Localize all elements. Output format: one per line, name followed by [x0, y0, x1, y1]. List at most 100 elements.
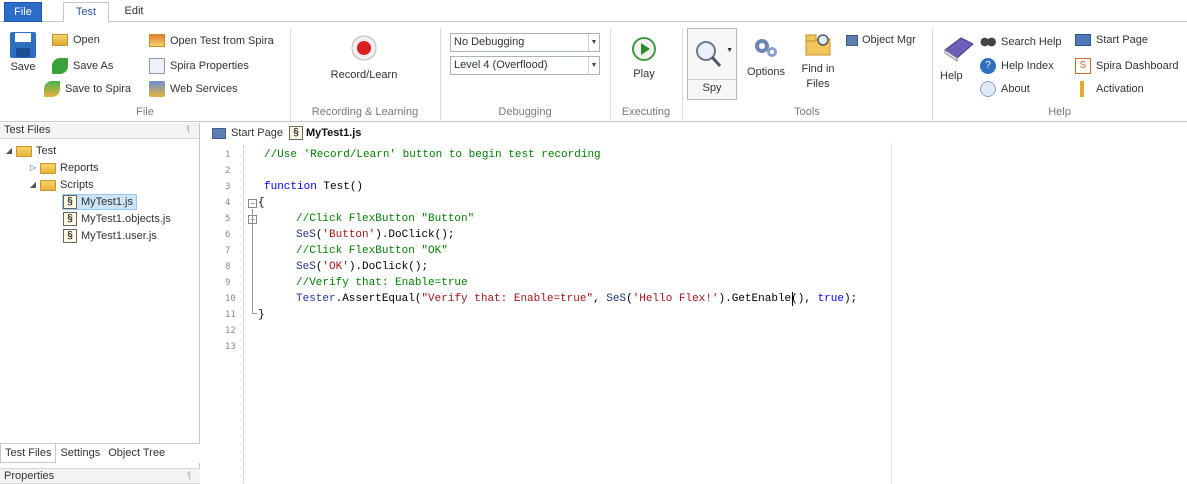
spira-dashboard-icon: S: [1075, 58, 1091, 74]
tree-item-label: Scripts: [60, 179, 94, 191]
web-services-button[interactable]: Web Services: [149, 81, 238, 97]
tab-edit[interactable]: Edit: [115, 2, 153, 22]
collapse-arrow-icon[interactable]: ◢: [28, 177, 38, 193]
test-files-title: Test Files: [4, 124, 51, 136]
options-button[interactable]: Options: [744, 36, 788, 79]
save-to-spira-button[interactable]: Save to Spira: [44, 81, 131, 97]
start-page-button[interactable]: Start Page: [1075, 34, 1148, 46]
code-token: SeS: [296, 261, 316, 273]
function-name: Test(): [316, 181, 364, 193]
about-button[interactable]: About: [980, 81, 1030, 97]
tree-item-label: MyTest1.js: [81, 196, 133, 208]
line-number: 2: [225, 166, 231, 176]
fold-collapse-icon[interactable]: −: [248, 199, 257, 208]
pin-icon[interactable]: ᛩ: [186, 469, 192, 484]
code-token: );: [843, 293, 858, 305]
code-string: 'Hello Flex!': [632, 293, 719, 305]
spy-button[interactable]: ▼ Spy: [687, 28, 737, 100]
magnifier-icon: [696, 41, 722, 67]
code-line-8: SeS('OK').DoClick();: [296, 260, 428, 275]
record-icon: [351, 35, 377, 61]
help-index-icon: ?: [980, 58, 996, 74]
tab-settings[interactable]: Settings: [56, 444, 104, 463]
tab-label: MyTest1.js: [305, 127, 362, 139]
code-line-3: function Test(): [264, 180, 363, 195]
script-file-icon: §: [63, 212, 77, 226]
open-button[interactable]: Open: [52, 34, 100, 46]
folder-icon: [40, 162, 56, 174]
spy-dropdown-icon[interactable]: ▼: [726, 47, 733, 54]
tab-object-tree[interactable]: Object Tree: [104, 444, 169, 463]
line-number: 10: [225, 294, 236, 304]
tab-start-page[interactable]: Start Page: [206, 127, 283, 139]
save-as-button[interactable]: Save As: [52, 58, 113, 74]
find-in-files-label-2: Files: [806, 78, 830, 90]
object-manager-button[interactable]: Object Mgr: [846, 34, 916, 46]
line-number: 12: [225, 326, 236, 336]
right-margin-guide: [891, 143, 892, 484]
spira-dashboard-label: Spira Dashboard: [1096, 60, 1179, 72]
code-line-5: //Click FlexButton "Button": [296, 213, 475, 225]
collapse-arrow-icon[interactable]: ◢: [4, 143, 14, 159]
tree-item-scripts[interactable]: ◢ Scripts: [28, 177, 94, 193]
line-number-gutter: 1 2 3 4 5 6 7 8 9 10 11 12 13: [224, 146, 244, 484]
code-editor: Start Page § MyTest1.js 1 2 3 4 5 6 7 8 9 10 11 12 1…: [206, 123, 1187, 484]
expand-arrow-icon[interactable]: ▷: [28, 160, 38, 176]
tab-file[interactable]: File: [4, 2, 42, 22]
spira-properties-button[interactable]: Spira Properties: [149, 58, 249, 74]
find-in-files-button[interactable]: Find in Files: [796, 30, 840, 91]
group-label-help: Help: [1048, 106, 1071, 118]
save-label: Save: [10, 61, 36, 73]
save-button[interactable]: Save: [6, 30, 40, 74]
text-caret: [792, 292, 793, 306]
record-learn-button[interactable]: Record/Learn: [316, 34, 412, 82]
search-help-button[interactable]: Search Help: [980, 34, 1062, 50]
tree-item-mytest1-user-js[interactable]: § MyTest1.user.js: [63, 228, 157, 244]
tree-item-mytest1-objects-js[interactable]: § MyTest1.objects.js: [63, 211, 171, 227]
properties-panel-title: Properties ᛩ: [0, 468, 200, 484]
tree-item-mytest1-js[interactable]: § MyTest1.js: [62, 194, 137, 210]
line-number: 11: [225, 310, 236, 320]
tab-test-files[interactable]: Test Files: [0, 444, 57, 463]
open-label: Open: [73, 34, 100, 46]
play-label: Play: [633, 68, 655, 80]
binoculars-icon: [980, 34, 996, 50]
script-file-icon: §: [63, 229, 77, 243]
help-index-button[interactable]: ? Help Index: [980, 58, 1054, 74]
tree-item-reports[interactable]: ▷ Reports: [28, 160, 99, 176]
open-from-spira-button[interactable]: Open Test from Spira: [149, 34, 274, 47]
spy-label: Spy: [688, 79, 736, 95]
tab-test[interactable]: Test: [63, 2, 109, 23]
menu-bar: File Test Edit: [0, 0, 1187, 23]
help-button[interactable]: Help: [940, 32, 976, 82]
group-label-tools: Tools: [794, 106, 820, 118]
document-tabs: Start Page § MyTest1.js: [206, 123, 1187, 143]
code-literal: true: [817, 293, 844, 305]
dropdown-arrow-icon: ▼: [588, 34, 599, 51]
activation-button[interactable]: Activation: [1075, 81, 1144, 97]
test-files-panel: Test Files ᛩ ◢ Test ▷ Reports ◢ Scripts …: [0, 123, 200, 484]
object-manager-label: Object Mgr: [862, 34, 916, 46]
tab-mytest1-js[interactable]: § MyTest1.js: [288, 126, 362, 140]
pin-icon[interactable]: ᛩ: [185, 123, 191, 138]
spira-dashboard-button[interactable]: S Spira Dashboard: [1075, 58, 1179, 74]
code-string: 'OK': [322, 261, 349, 273]
play-button[interactable]: Play: [616, 36, 672, 81]
save-as-arrow-icon: [52, 58, 68, 74]
tree-item-label: Test: [36, 145, 57, 157]
debug-mode-select[interactable]: No Debugging ▼: [450, 33, 600, 52]
debug-level-value: Level 4 (Overflood): [454, 59, 548, 71]
help-index-label: Help Index: [1001, 60, 1054, 72]
play-icon: [632, 37, 656, 61]
line-number: 8: [225, 262, 231, 272]
tree-item-test[interactable]: ◢ Test: [4, 143, 56, 159]
group-label-recording: Recording & Learning: [311, 106, 419, 118]
find-in-files-icon: [805, 34, 831, 56]
save-to-spira-label: Save to Spira: [65, 83, 132, 95]
folder-icon: [16, 145, 32, 157]
floppy-disk-icon: [10, 32, 36, 58]
properties-title: Properties: [4, 470, 55, 482]
code-line-9: //Verify that: Enable=true: [296, 277, 468, 289]
tree-item-label: MyTest1.objects.js: [81, 213, 171, 225]
debug-level-select[interactable]: Level 4 (Overflood) ▼: [450, 56, 600, 75]
